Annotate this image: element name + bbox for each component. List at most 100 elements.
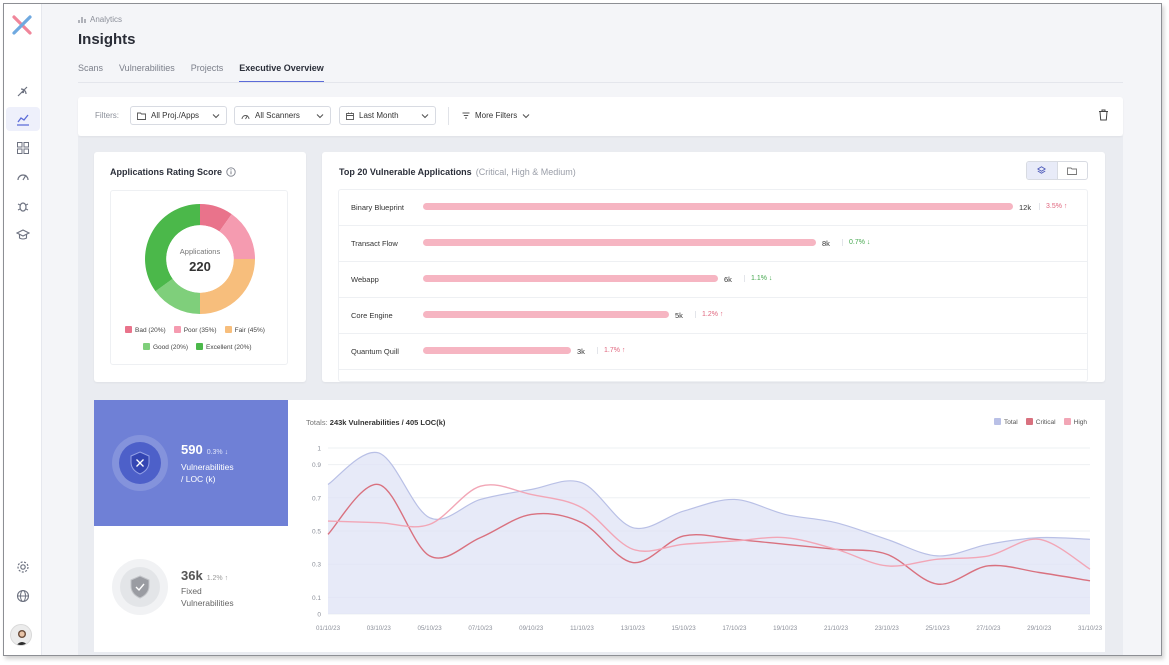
tab-scans[interactable]: Scans: [78, 63, 103, 83]
scanner-filter-value: All Scanners: [255, 111, 300, 120]
x-tick-label: 15/10/23: [672, 625, 697, 632]
critical-point[interactable]: [987, 565, 989, 567]
app-row[interactable]: Webapp 6k 1.1% ↓: [339, 262, 1087, 298]
vuln-per-loc-metric[interactable]: 590 0.3% ↓ Vulnerabilities / LOC (k): [94, 400, 294, 526]
bar-chart-icon: [78, 16, 86, 23]
tab-projects[interactable]: Projects: [191, 63, 224, 83]
scans-nav-icon[interactable]: [11, 80, 35, 104]
fixed-metric-value-line: 36k 1.2% ↑: [181, 568, 228, 583]
total-point[interactable]: [479, 498, 481, 500]
high-point[interactable]: [835, 548, 837, 550]
high-point[interactable]: [428, 523, 430, 525]
filter-bar: Filters: All Proj./Apps All Scanners Las…: [78, 97, 1123, 136]
total-point[interactable]: [987, 543, 989, 545]
tab-vulnerabilities[interactable]: Vulnerabilities: [119, 63, 175, 83]
vuln-metric-delta: 0.3% ↓: [206, 449, 229, 456]
total-point[interactable]: [327, 483, 329, 485]
critical-point[interactable]: [784, 543, 786, 545]
learning-nav-icon[interactable]: [11, 223, 35, 247]
app-name: Binary Blueprint: [351, 203, 404, 212]
total-point[interactable]: [682, 510, 684, 512]
critical-point[interactable]: [886, 553, 888, 555]
tab-executive-overview[interactable]: Executive Overview: [239, 63, 324, 83]
fixed-vulns-metric[interactable]: 36k 1.2% ↑ Fixed Vulnerabilities: [94, 526, 288, 652]
insights-nav-icon[interactable]: [6, 107, 40, 131]
high-point[interactable]: [327, 520, 329, 522]
critical-point[interactable]: [682, 535, 684, 537]
high-point[interactable]: [784, 536, 786, 538]
critical-point[interactable]: [936, 583, 938, 585]
x-tick-label: 13/10/23: [621, 625, 646, 632]
critical-point[interactable]: [632, 561, 634, 563]
high-point[interactable]: [1089, 568, 1091, 570]
app-name: Webapp: [351, 275, 379, 284]
critical-point[interactable]: [581, 522, 583, 524]
app-row[interactable]: Core Engine 5k 1.2% ↑: [339, 298, 1087, 334]
layers-view-button[interactable]: [1027, 162, 1058, 179]
trash-icon[interactable]: [1098, 109, 1109, 121]
fixed-metric-label: Fixed Vulnerabilities: [181, 585, 271, 609]
critical-point[interactable]: [378, 483, 380, 485]
gauge-nav-icon[interactable]: [11, 165, 35, 189]
fixed-metric-value: 36k: [181, 568, 203, 583]
total-point[interactable]: [886, 538, 888, 540]
project-filter-dropdown[interactable]: All Proj./Apps: [130, 106, 227, 125]
vuln-metric-label: Vulnerabilities / LOC (k): [181, 461, 271, 485]
critical-point[interactable]: [530, 513, 532, 515]
high-point[interactable]: [987, 555, 989, 557]
critical-point[interactable]: [428, 555, 430, 557]
rating-legend-row2: Good (20%) Excellent (20%): [143, 343, 252, 351]
total-point[interactable]: [530, 488, 532, 490]
high-point[interactable]: [378, 522, 380, 524]
app-bar: [423, 311, 669, 318]
high-point[interactable]: [632, 548, 634, 550]
total-point[interactable]: [733, 498, 735, 500]
x-tick-label: 27/10/23: [976, 625, 1001, 632]
app-delta: 3.5% ↑: [1039, 203, 1067, 210]
user-avatar[interactable]: [10, 624, 32, 646]
critical-point[interactable]: [479, 536, 481, 538]
total-point[interactable]: [632, 526, 634, 528]
critical-point[interactable]: [327, 533, 329, 535]
app-row[interactable]: Transact Flow 8k 0.7% ↓: [339, 226, 1087, 262]
top-apps-title-text: Top 20 Vulnerable Applications: [339, 167, 472, 177]
dashboard-nav-icon[interactable]: [11, 136, 35, 160]
date-filter-dropdown[interactable]: Last Month: [339, 106, 436, 125]
high-point[interactable]: [1038, 538, 1040, 540]
high-point[interactable]: [886, 565, 888, 567]
rating-card-title: Applications Rating Score: [110, 167, 236, 177]
folder-view-button[interactable]: [1058, 162, 1088, 179]
info-icon[interactable]: [226, 167, 236, 177]
total-point[interactable]: [581, 482, 583, 484]
calendar-icon: [346, 112, 354, 120]
bug-nav-icon[interactable]: [11, 194, 35, 218]
settings-gear-icon[interactable]: [11, 555, 35, 579]
total-point[interactable]: [428, 517, 430, 519]
high-point[interactable]: [733, 540, 735, 542]
high-point[interactable]: [936, 558, 938, 560]
high-point[interactable]: [530, 493, 532, 495]
total-point[interactable]: [784, 513, 786, 515]
app-row[interactable]: Quantum Quill 3k 1.7% ↑: [339, 334, 1087, 370]
critical-point[interactable]: [1038, 571, 1040, 573]
project-filter-value: All Proj./Apps: [151, 111, 200, 120]
app-logo[interactable]: [11, 14, 33, 36]
app-count: 3k: [577, 347, 585, 356]
total-point[interactable]: [936, 555, 938, 557]
total-point[interactable]: [835, 522, 837, 524]
total-point[interactable]: [378, 452, 380, 454]
critical-point[interactable]: [1089, 580, 1091, 582]
scanner-filter-dropdown[interactable]: All Scanners: [234, 106, 331, 125]
more-filters-button[interactable]: More Filters: [462, 106, 530, 125]
high-point[interactable]: [581, 507, 583, 509]
high-point[interactable]: [682, 543, 684, 545]
layers-icon: [1037, 166, 1047, 174]
app-row[interactable]: Binary Blueprint 12k 3.5% ↑: [339, 190, 1087, 226]
y-tick-label: 0.9: [312, 462, 321, 469]
breadcrumb-label[interactable]: Analytics: [90, 15, 122, 24]
globe-icon[interactable]: [11, 584, 35, 608]
total-point[interactable]: [1089, 538, 1091, 540]
high-point[interactable]: [479, 485, 481, 487]
sidebar: [4, 4, 42, 655]
trend-line-chart: 1 0.9 0.7 0.5 0.3 0.1 0 01/10/23 03/10/23 05/10/2…: [312, 446, 1103, 633]
